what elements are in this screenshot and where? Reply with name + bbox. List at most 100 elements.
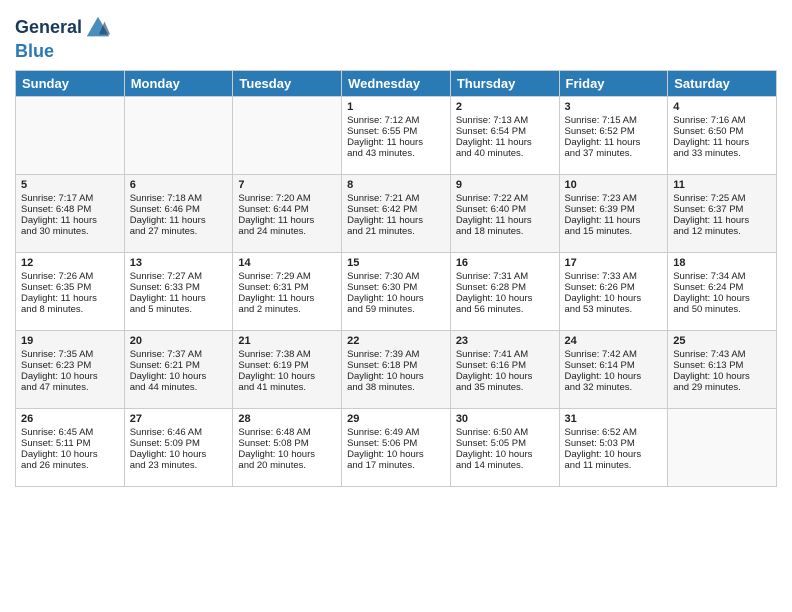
col-header-saturday: Saturday	[668, 70, 777, 96]
day-info: Sunset: 6:37 PM	[673, 204, 771, 215]
day-info: Sunset: 6:42 PM	[347, 204, 445, 215]
day-info: Sunrise: 7:26 AM	[21, 271, 119, 282]
day-cell	[16, 96, 125, 174]
day-info: Daylight: 11 hours	[21, 215, 119, 226]
day-cell: 4Sunrise: 7:16 AMSunset: 6:50 PMDaylight…	[668, 96, 777, 174]
day-info: Sunset: 6:44 PM	[238, 204, 336, 215]
day-info: Sunrise: 7:34 AM	[673, 271, 771, 282]
day-info: Sunrise: 7:20 AM	[238, 193, 336, 204]
day-cell: 8Sunrise: 7:21 AMSunset: 6:42 PMDaylight…	[342, 174, 451, 252]
day-info: and 23 minutes.	[130, 460, 228, 471]
day-info: and 11 minutes.	[565, 460, 663, 471]
day-info: Daylight: 10 hours	[673, 371, 771, 382]
day-cell: 16Sunrise: 7:31 AMSunset: 6:28 PMDayligh…	[450, 252, 559, 330]
day-info: and 15 minutes.	[565, 226, 663, 237]
day-cell: 7 Sunrise: 7:20 AMSunset: 6:44 PMDaylight…	[233, 174, 342, 252]
day-info: Daylight: 10 hours	[347, 293, 445, 304]
day-info: Sunrise: 7:18 AM	[130, 193, 228, 204]
day-number: 17	[565, 257, 663, 269]
day-info: Sunrise: 7:27 AM	[130, 271, 228, 282]
week-row-1: 1Sunrise: 7:12 AMSunset: 6:55 PMDaylight…	[16, 96, 777, 174]
day-info: Sunrise: 6:45 AM	[21, 427, 119, 438]
day-info: Sunrise: 7:21 AM	[347, 193, 445, 204]
day-number: 9	[456, 179, 554, 191]
day-cell: 23Sunrise: 7:41 AMSunset: 6:16 PMDayligh…	[450, 330, 559, 408]
day-info: Daylight: 11 hours	[673, 215, 771, 226]
day-info: Daylight: 10 hours	[130, 449, 228, 460]
day-number: 25	[673, 335, 771, 347]
day-info: Sunset: 6:52 PM	[565, 126, 663, 137]
day-info: and 32 minutes.	[565, 382, 663, 393]
day-info: Sunset: 6:55 PM	[347, 126, 445, 137]
day-cell: 14Sunrise: 7:29 AMSunset: 6:31 PMDayligh…	[233, 252, 342, 330]
day-number: 28	[238, 413, 336, 425]
day-info: Sunrise: 6:46 AM	[130, 427, 228, 438]
day-cell: 29Sunrise: 6:49 AMSunset: 5:06 PMDayligh…	[342, 408, 451, 486]
day-info: Sunrise: 7:39 AM	[347, 349, 445, 360]
day-info: Daylight: 11 hours	[238, 215, 336, 226]
day-cell: 5Sunrise: 7:17 AMSunset: 6:48 PMDaylight…	[16, 174, 125, 252]
day-number: 31	[565, 413, 663, 425]
day-number: 16	[456, 257, 554, 269]
day-cell: 26Sunrise: 6:45 AMSunset: 5:11 PMDayligh…	[16, 408, 125, 486]
day-info: Daylight: 10 hours	[238, 449, 336, 460]
day-info: Sunset: 6:21 PM	[130, 360, 228, 371]
day-info: Daylight: 11 hours	[565, 137, 663, 148]
day-number: 13	[130, 257, 228, 269]
day-number: 5	[21, 179, 119, 191]
calendar-table: SundayMondayTuesdayWednesdayThursdayFrid…	[15, 70, 777, 487]
day-info: Daylight: 10 hours	[238, 371, 336, 382]
day-info: Sunset: 6:24 PM	[673, 282, 771, 293]
day-info: Sunrise: 7:13 AM	[456, 115, 554, 126]
day-info: Sunset: 6:50 PM	[673, 126, 771, 137]
day-info: and 40 minutes.	[456, 148, 554, 159]
day-info: Sunset: 5:11 PM	[21, 438, 119, 449]
day-info: and 37 minutes.	[565, 148, 663, 159]
day-info: Sunrise: 7:25 AM	[673, 193, 771, 204]
day-cell: 24Sunrise: 7:42 AMSunset: 6:14 PMDayligh…	[559, 330, 668, 408]
day-number: 27	[130, 413, 228, 425]
day-info: Sunset: 6:54 PM	[456, 126, 554, 137]
col-header-sunday: Sunday	[16, 70, 125, 96]
day-cell: 28Sunrise: 6:48 AMSunset: 5:08 PMDayligh…	[233, 408, 342, 486]
day-info: Sunrise: 7:23 AM	[565, 193, 663, 204]
week-row-5: 26Sunrise: 6:45 AMSunset: 5:11 PMDayligh…	[16, 408, 777, 486]
day-info: Sunset: 5:09 PM	[130, 438, 228, 449]
day-info: Sunrise: 7:35 AM	[21, 349, 119, 360]
day-info: and 38 minutes.	[347, 382, 445, 393]
day-info: Sunset: 5:08 PM	[238, 438, 336, 449]
day-number: 29	[347, 413, 445, 425]
day-info: Sunrise: 7:22 AM	[456, 193, 554, 204]
day-info: Sunrise: 7:16 AM	[673, 115, 771, 126]
day-info: Daylight: 11 hours	[21, 293, 119, 304]
day-cell: 11Sunrise: 7:25 AMSunset: 6:37 PMDayligh…	[668, 174, 777, 252]
day-info: Daylight: 10 hours	[130, 371, 228, 382]
col-header-wednesday: Wednesday	[342, 70, 451, 96]
day-info: Sunset: 6:35 PM	[21, 282, 119, 293]
day-info: Sunset: 6:13 PM	[673, 360, 771, 371]
day-number: 20	[130, 335, 228, 347]
day-cell: 30Sunrise: 6:50 AMSunset: 5:05 PMDayligh…	[450, 408, 559, 486]
day-info: Daylight: 11 hours	[565, 215, 663, 226]
day-info: Sunrise: 7:30 AM	[347, 271, 445, 282]
day-info: Daylight: 10 hours	[565, 449, 663, 460]
day-number: 30	[456, 413, 554, 425]
day-info: Sunset: 5:05 PM	[456, 438, 554, 449]
day-info: Daylight: 10 hours	[21, 371, 119, 382]
day-info: Daylight: 10 hours	[456, 449, 554, 460]
day-info: Sunrise: 6:52 AM	[565, 427, 663, 438]
day-info: and 18 minutes.	[456, 226, 554, 237]
day-info: Daylight: 11 hours	[130, 215, 228, 226]
logo: General Blue	[15, 14, 112, 62]
week-row-2: 5Sunrise: 7:17 AMSunset: 6:48 PMDaylight…	[16, 174, 777, 252]
day-info: Sunset: 6:39 PM	[565, 204, 663, 215]
day-number: 15	[347, 257, 445, 269]
day-info: Sunset: 6:40 PM	[456, 204, 554, 215]
day-info: and 27 minutes.	[130, 226, 228, 237]
col-header-tuesday: Tuesday	[233, 70, 342, 96]
day-info: and 50 minutes.	[673, 304, 771, 315]
day-info: and 47 minutes.	[21, 382, 119, 393]
day-number: 18	[673, 257, 771, 269]
day-number: 7	[238, 179, 336, 191]
day-info: Sunrise: 7:43 AM	[673, 349, 771, 360]
